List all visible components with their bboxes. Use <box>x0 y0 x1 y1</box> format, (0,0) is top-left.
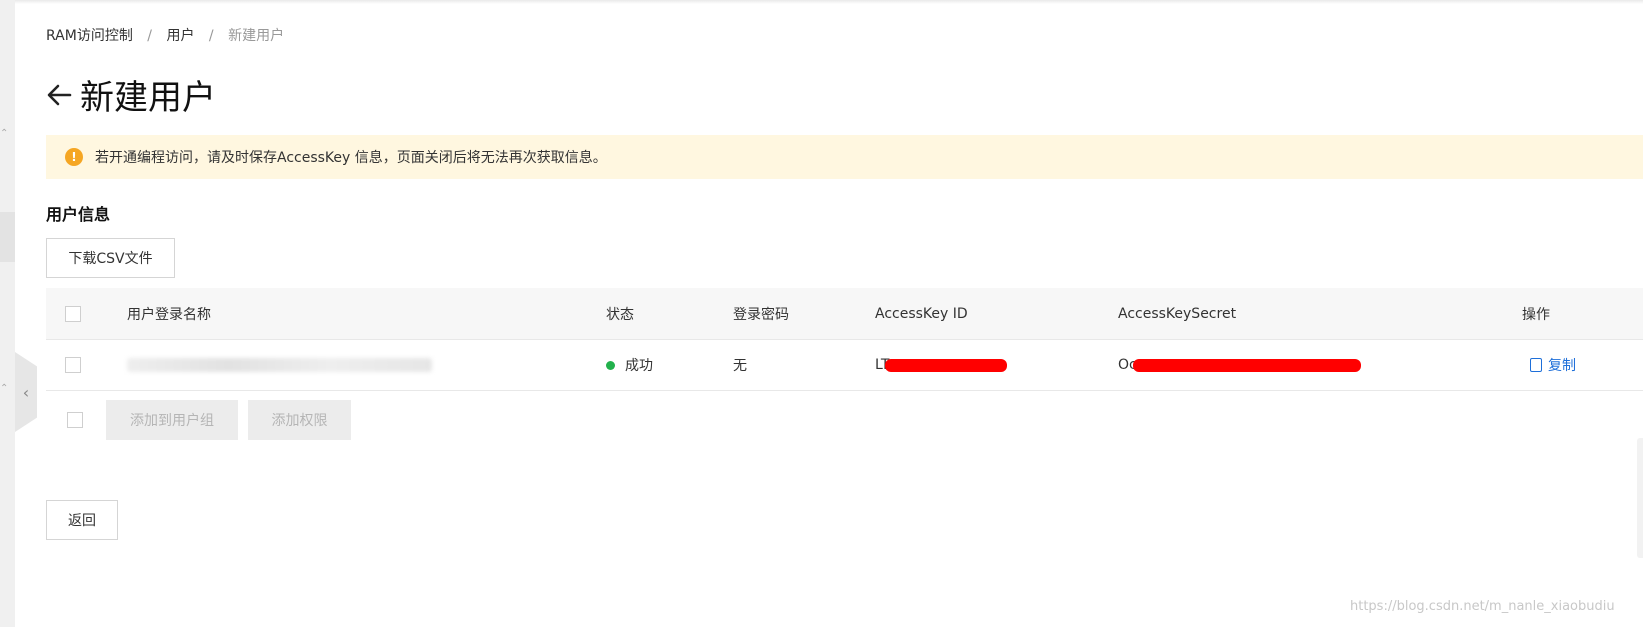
breadcrumb-item-users[interactable]: 用户 <box>166 28 194 44</box>
password-cell: 无 <box>733 358 747 374</box>
top-shadow <box>0 0 1643 4</box>
access-key-id-cell: LT <box>875 340 1008 390</box>
sidebar-collapse-handle[interactable]: ‹ <box>15 352 37 432</box>
status-cell: 成功 <box>606 340 653 390</box>
col-password: 登录密码 <box>733 306 789 323</box>
page-header: 新建用户 <box>46 70 216 119</box>
warning-icon: ! <box>65 148 83 166</box>
warning-alert: ! 若开通编程访问，请及时保存AccessKey 信息，页面关闭后将无法再次获取… <box>46 135 1643 179</box>
access-key-secret-cell: Oc <box>1118 340 1361 390</box>
copy-link[interactable]: 复制 <box>1530 355 1576 375</box>
table-row: 成功 无 LT Oc 复制 <box>46 340 1643 391</box>
back-button[interactable]: 返回 <box>46 500 118 540</box>
row-checkbox[interactable] <box>65 357 81 373</box>
select-all-cell <box>65 288 81 339</box>
page-title: 新建用户 <box>80 78 216 118</box>
download-csv-button[interactable]: 下载CSV文件 <box>46 238 175 278</box>
caret-up-icon: ⌃ <box>0 383 9 394</box>
arrow-left-icon[interactable] <box>46 82 72 108</box>
copy-label: 复制 <box>1548 358 1576 374</box>
table-header: 用户登录名称 状态 登录密码 AccessKey ID AccessKeySec… <box>46 288 1643 340</box>
access-key-id-redaction <box>885 358 1008 372</box>
login-name-cell <box>127 340 432 390</box>
col-status: 状态 <box>606 306 634 323</box>
col-actions: 操作 <box>1522 306 1550 323</box>
left-sidebar-rail: ⌃ ⌃ <box>0 0 15 627</box>
status-text: 成功 <box>625 358 653 374</box>
add-permission-button[interactable]: 添加权限 <box>248 400 351 440</box>
access-key-secret-redaction <box>1132 358 1361 372</box>
sidebar-active-notch <box>0 212 15 262</box>
copy-icon <box>1530 358 1542 372</box>
col-access-key-secret: AccessKeySecret <box>1118 305 1237 322</box>
watermark: https://blog.csdn.net/m_nanle_xiaobudiu <box>1350 599 1615 614</box>
chevron-left-icon: ‹ <box>22 382 30 402</box>
caret-up-icon: ⌃ <box>0 128 9 139</box>
breadcrumb-separator: / <box>147 28 152 44</box>
breadcrumb-current: 新建用户 <box>228 28 285 44</box>
col-access-key-id: AccessKey ID <box>875 305 968 322</box>
blurred-login-name <box>127 358 432 372</box>
status-success-dot <box>606 360 615 370</box>
row-select-cell <box>65 340 81 390</box>
alert-text: 若开通编程访问，请及时保存AccessKey 信息，页面关闭后将无法再次获取信息… <box>95 150 607 166</box>
breadcrumb-separator: / <box>208 28 214 44</box>
actions-cell: 复制 <box>1530 340 1576 390</box>
col-login-name: 用户登录名称 <box>127 306 211 323</box>
breadcrumb: RAM访问控制 / 用户 / 新建用户 <box>46 25 284 45</box>
breadcrumb-item-ram[interactable]: RAM访问控制 <box>46 28 133 44</box>
section-title: 用户信息 <box>46 205 111 224</box>
add-to-group-button[interactable]: 添加到用户组 <box>106 400 238 440</box>
select-all-checkbox[interactable] <box>65 305 81 322</box>
footer-select-checkbox[interactable] <box>67 412 83 428</box>
right-scroll-edge <box>1637 438 1643 558</box>
